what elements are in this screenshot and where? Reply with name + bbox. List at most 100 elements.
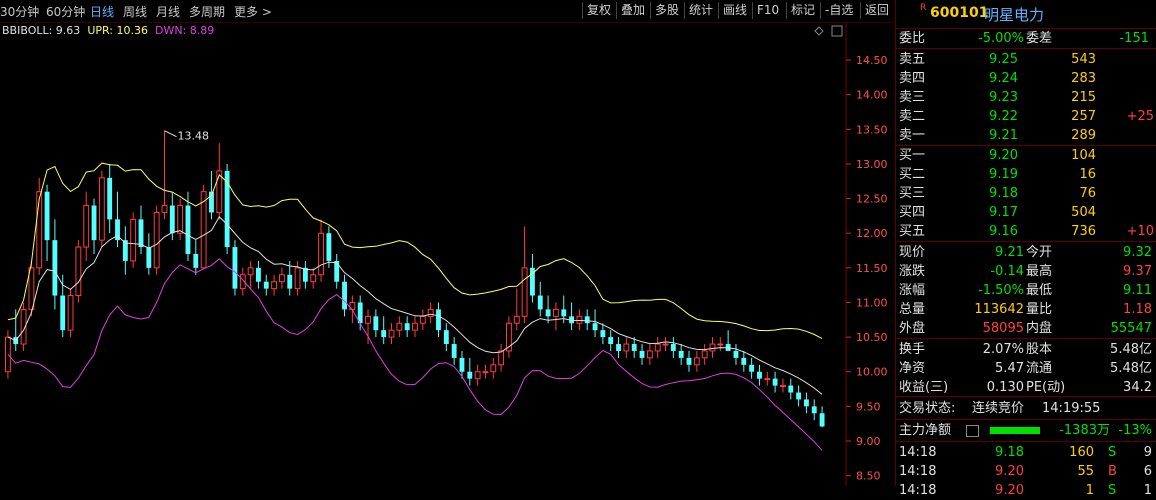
- tick-count: 9: [1143, 445, 1152, 460]
- candle-body: [247, 267, 254, 276]
- bid-row-1: 买一 9.20 104: [896, 146, 1156, 165]
- candle-body: [130, 218, 137, 262]
- candle-body: [232, 247, 238, 289]
- candle-body: [561, 309, 567, 317]
- stat-label: 内盘: [1026, 321, 1053, 336]
- tick-row: 14:18 9.20 1 S 1: [896, 481, 1156, 500]
- tick-price: 9.18: [995, 445, 1024, 460]
- kline-svg[interactable]: 14.50 14.00 13.50 13.00 12.50 12.00 11.50 11.00…: [0, 22, 894, 486]
- candle-body: [701, 350, 708, 359]
- price-tick-label: 14.00: [856, 89, 888, 102]
- tick-side: S: [1108, 483, 1117, 498]
- stat-label: 今开: [1026, 245, 1053, 260]
- stock-code: 600101: [930, 5, 989, 21]
- tick-time: 14:18: [899, 483, 937, 498]
- ask-price: 9.23: [989, 90, 1018, 105]
- main-flow-bar: [990, 427, 1040, 434]
- f10-button[interactable]: F10: [752, 2, 783, 19]
- candle-body: [256, 267, 261, 282]
- stat-value: 9.21: [995, 245, 1024, 260]
- bid-label: 买四: [899, 205, 926, 220]
- candle-body: [498, 350, 505, 366]
- stat-value: 9.11: [1123, 283, 1152, 298]
- fundamental-row: 收益(三) 0.130 PE(动) 34.2: [896, 378, 1156, 397]
- bid-price: 9.20: [989, 148, 1018, 163]
- candle-body: [177, 205, 184, 234]
- candle-body: [200, 191, 207, 269]
- ask-row-1: 卖一 9.21 289: [896, 126, 1156, 145]
- ask-price: 9.21: [989, 128, 1018, 143]
- high-annotation-line: [164, 130, 177, 138]
- multi-stock-button[interactable]: 多股: [650, 2, 683, 19]
- kline-chart[interactable]: 14.50 14.00 13.50 13.00 12.50 12.00 11.50 11.00…: [0, 22, 894, 486]
- fundamental-value: 0.130: [986, 380, 1024, 395]
- candle-body: [436, 309, 441, 331]
- ask-row-2: 卖二 9.22 257 +25: [896, 107, 1156, 126]
- main-flow-detail-icon[interactable]: [966, 425, 979, 437]
- statistics-button[interactable]: 统计: [684, 2, 717, 19]
- stat-label: 现价: [899, 245, 926, 260]
- trade-status-value: 连续竞价: [972, 401, 1025, 416]
- adjust-button[interactable]: 复权: [582, 2, 615, 19]
- candle-body: [138, 219, 144, 248]
- candle-body: [686, 357, 692, 365]
- candle-body: [733, 350, 739, 358]
- candle-body: [381, 330, 387, 338]
- price-tick-label: 11.00: [856, 296, 888, 309]
- back-button[interactable]: 返回: [860, 2, 893, 19]
- period-multi[interactable]: 多周期: [189, 3, 225, 20]
- stat-label: 涨跌: [899, 264, 926, 279]
- fundamental-label: PE(动): [1026, 380, 1066, 395]
- stock-name: 明星电力: [984, 6, 1045, 24]
- main-flow-row[interactable]: 主力净额 -1383万 -13%: [896, 421, 1156, 440]
- period-daily[interactable]: 日线: [90, 3, 114, 20]
- stat-row: 外盘 58095 内盘 55547: [896, 319, 1156, 338]
- candle-body: [631, 344, 637, 351]
- period-more[interactable]: 更多 >: [234, 3, 272, 20]
- overlay-button[interactable]: 叠加: [616, 2, 649, 19]
- quote-panel: R 600101 明星电力 委比 -5.00% 委差 -151 卖五 9.25 54…: [895, 0, 1156, 498]
- candle-body: [278, 274, 285, 283]
- candle-body: [654, 343, 661, 352]
- candle-body: [365, 315, 371, 324]
- candle-body: [98, 177, 105, 241]
- candle-body: [443, 330, 449, 345]
- ask-label: 卖二: [899, 109, 926, 124]
- stock-title: R 600101 明星电力: [896, 0, 1156, 29]
- trade-status-row: 交易状态: 连续竞价 14:19:55: [896, 399, 1156, 418]
- tick-volume: 55: [1077, 464, 1094, 479]
- price-tick-label: 14.50: [856, 54, 888, 67]
- fundamental-value: 5.47: [995, 361, 1024, 376]
- candle-body: [616, 344, 621, 351]
- period-weekly[interactable]: 周线: [123, 3, 147, 20]
- candle-body: [764, 378, 771, 381]
- stat-row: 涨幅 -1.50% 最低 9.11: [896, 281, 1156, 300]
- bid-change: +10: [1126, 224, 1154, 239]
- ask-volume: 289: [1071, 128, 1096, 143]
- diamond-icon: [814, 26, 824, 36]
- weibi-value: -5.00%: [978, 31, 1024, 46]
- candle-body: [474, 371, 481, 380]
- ask-label: 卖四: [899, 71, 926, 86]
- ask-label: 卖一: [899, 128, 926, 143]
- mark-button[interactable]: 标记: [786, 2, 819, 19]
- fundamental-value: 5.48亿: [1110, 361, 1152, 376]
- candle-body: [75, 246, 82, 297]
- remove-watchlist-button[interactable]: -自选: [820, 2, 857, 19]
- candle-body: [788, 385, 794, 393]
- draw-line-button[interactable]: 画线: [718, 2, 751, 19]
- candle-body: [467, 371, 473, 379]
- period-30min[interactable]: 30分钟: [0, 3, 39, 20]
- bid-volume: 16: [1079, 167, 1096, 182]
- period-monthly[interactable]: 月线: [156, 3, 180, 20]
- trade-status-label: 交易状态:: [899, 401, 956, 416]
- candle-body: [67, 295, 74, 331]
- ask-volume: 257: [1071, 109, 1096, 124]
- candle-body: [757, 371, 762, 379]
- ask-row-4: 卖四 9.24 283: [896, 69, 1156, 88]
- period-60min[interactable]: 60分钟: [46, 3, 85, 20]
- candle-body: [107, 177, 113, 220]
- stat-row: 现价 9.21 今开 9.32: [896, 243, 1156, 262]
- candle-body: [404, 323, 410, 331]
- tick-time: 14:18: [899, 464, 937, 479]
